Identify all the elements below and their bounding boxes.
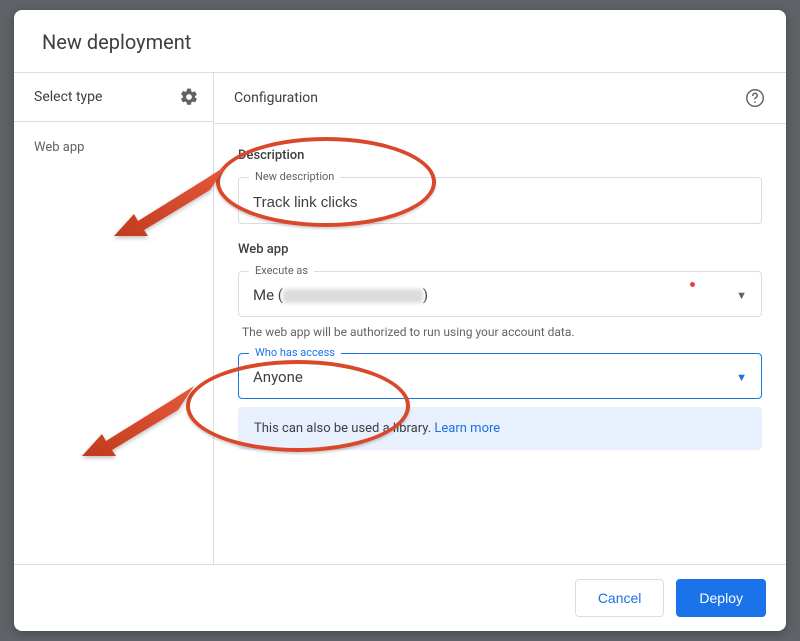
new-description-label: New description <box>249 170 340 183</box>
execute-as-suffix: ) <box>423 286 428 304</box>
type-item-web-app[interactable]: Web app <box>34 136 193 159</box>
cancel-button[interactable]: Cancel <box>575 579 665 617</box>
new-deployment-dialog: New deployment Select type Web app Confi… <box>14 10 786 631</box>
dialog-footer: Cancel Deploy <box>14 565 786 631</box>
deployment-type-list: Web app <box>14 122 213 173</box>
chevron-down-icon: ▼ <box>736 289 747 302</box>
help-icon[interactable] <box>744 87 766 109</box>
dialog-title: New deployment <box>14 10 786 73</box>
new-description-input[interactable] <box>253 194 747 211</box>
configuration-label: Configuration <box>234 90 318 106</box>
select-type-pane: Select type Web app <box>14 73 214 564</box>
description-heading: Description <box>238 148 762 163</box>
web-app-heading: Web app <box>238 242 762 257</box>
select-type-label: Select type <box>34 89 102 105</box>
select-type-header: Select type <box>14 73 213 122</box>
account-email-redacted <box>283 289 423 303</box>
library-info-banner: This can also be used a library. Learn m… <box>238 407 762 450</box>
gear-icon[interactable] <box>179 87 199 107</box>
red-dot-indicator <box>690 282 695 287</box>
execute-as-label: Execute as <box>249 264 314 277</box>
execute-as-helper: The web app will be authorized to run us… <box>242 325 758 339</box>
learn-more-link[interactable]: Learn more <box>434 421 500 436</box>
who-has-access-label: Who has access <box>249 346 341 359</box>
execute-as-select[interactable]: Execute as Me () ▼ <box>238 271 762 317</box>
execute-as-prefix: Me ( <box>253 286 283 304</box>
dialog-body: Select type Web app Configuration Descri… <box>14 73 786 565</box>
who-has-access-value: Anyone <box>253 368 728 386</box>
chevron-down-icon: ▼ <box>736 371 747 384</box>
new-description-field[interactable]: New description <box>238 177 762 224</box>
execute-as-value: Me () <box>253 286 728 304</box>
who-has-access-select[interactable]: Who has access Anyone ▼ <box>238 353 762 399</box>
configuration-header: Configuration <box>214 73 786 124</box>
configuration-form: Description New description Web app Exec… <box>214 124 786 460</box>
configuration-pane: Configuration Description New descriptio… <box>214 73 786 564</box>
library-info-text: This can also be used a library. <box>254 421 434 436</box>
deploy-button[interactable]: Deploy <box>676 579 766 617</box>
